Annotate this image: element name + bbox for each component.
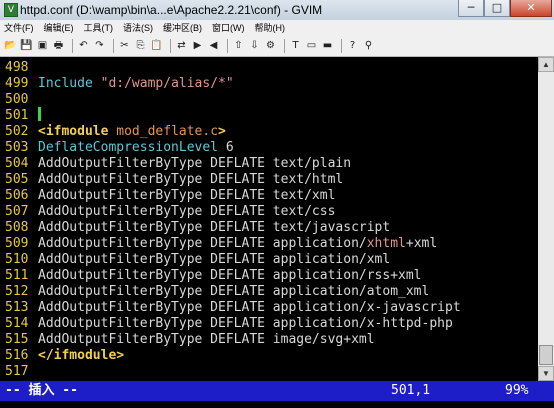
text-editor[interactable]: 498 499 Include "d:/wamp/alias/*" 500 501 502… <box>0 57 538 381</box>
menu-buffers[interactable]: 缓冲区(B) <box>163 21 202 34</box>
code-text: AddOutputFilterByType DEFLATE applicatio… <box>38 268 422 283</box>
toolbar-separator <box>341 38 342 53</box>
window-controls: ─ □ ✕ <box>458 0 552 18</box>
status-line: -- 插入 -- 501,1 99% <box>0 381 554 401</box>
code-text: +xml <box>405 236 438 251</box>
title-bar[interactable]: V httpd.conf (D:\wamp\bin\a...e\Apache2.… <box>0 0 554 20</box>
save-icon[interactable]: 💾 <box>20 39 33 52</box>
code-text: > <box>218 124 226 139</box>
copy-icon[interactable]: ⎘ <box>134 39 147 52</box>
code-text: AddOutputFilterByType DEFLATE text/html <box>38 172 344 187</box>
cut-icon[interactable]: ✂ <box>118 39 131 52</box>
code-text: AddOutputFilterByType DEFLATE text/javas… <box>38 220 391 235</box>
menu-tools[interactable]: 工具(T) <box>84 21 114 34</box>
menu-file[interactable]: 文件(F) <box>4 21 34 34</box>
ctags-icon[interactable]: ▬ <box>321 39 334 52</box>
vertical-scrollbar[interactable]: ▲ ▼ <box>538 57 554 381</box>
window-title: httpd.conf (D:\wamp\bin\a...e\Apache2.2.… <box>20 3 323 17</box>
undo-icon[interactable]: ↶ <box>77 39 90 52</box>
code-text: AddOutputFilterByType DEFLATE applicatio… <box>38 284 430 299</box>
toolbar-separator <box>113 38 114 53</box>
code-text: AddOutputFilterByType DEFLATE applicatio… <box>38 252 391 267</box>
paste-icon[interactable]: 📋 <box>150 39 163 52</box>
text-cursor <box>38 107 41 121</box>
code-text: AddOutputFilterByType DEFLATE applicatio… <box>38 236 367 251</box>
make-icon[interactable]: T <box>289 39 302 52</box>
minimize-button[interactable]: ─ <box>458 0 484 17</box>
open-icon[interactable]: 📂 <box>4 39 17 52</box>
find-help-icon[interactable]: ⚲ <box>362 39 375 52</box>
toolbar-separator <box>227 38 228 53</box>
save-all-icon[interactable]: ▣ <box>36 39 49 52</box>
scroll-up-button[interactable]: ▲ <box>538 57 554 72</box>
toolbar-separator <box>284 38 285 53</box>
scroll-down-button[interactable]: ▼ <box>538 366 554 381</box>
menu-bar: 文件(F) 编辑(E) 工具(T) 语法(S) 缓冲区(B) 窗口(W) 帮助(… <box>0 20 554 35</box>
help-icon[interactable]: ? <box>346 39 359 52</box>
toolbar-separator <box>170 38 171 53</box>
menu-help[interactable]: 帮助(H) <box>255 21 286 34</box>
maximize-button[interactable]: □ <box>484 0 510 17</box>
code-line: 517 <box>5 363 38 381</box>
code-text: 6 <box>218 140 234 155</box>
mode-indicator: -- 插入 -- <box>5 383 78 398</box>
vim-icon: V <box>4 3 18 17</box>
code-text: <ifmodule <box>38 124 117 139</box>
code-text: DeflateCompressionLevel <box>38 140 219 155</box>
run-script-icon[interactable]: ⚙ <box>264 39 277 52</box>
shell-icon[interactable]: ▭ <box>305 39 318 52</box>
toolbar-separator <box>72 38 73 53</box>
cursor-position: 501,1 <box>391 383 431 398</box>
code-text: "d:/wamp/alias/*" <box>100 76 234 91</box>
find-next-icon[interactable]: ▶ <box>191 39 204 52</box>
file-percent: 99% <box>505 383 529 398</box>
code-text: </ifmodule> <box>38 348 125 363</box>
toolbar: 📂 💾 ▣ 🖶 ↶ ↷ ✂ ⎘ 📋 ⇄ ▶ ◀ ⇧ ⇩ ⚙ T ▭ ▬? ⚲ <box>0 35 554 57</box>
print-icon[interactable]: 🖶 <box>52 39 65 52</box>
gvim-window: V httpd.conf (D:\wamp\bin\a...e\Apache2.… <box>0 0 554 408</box>
code-text: AddOutputFilterByType DEFLATE applicatio… <box>38 316 453 331</box>
code-text: Include <box>38 76 101 91</box>
close-button[interactable]: ✕ <box>510 0 552 17</box>
code-text: AddOutputFilterByType DEFLATE text/css <box>38 204 336 219</box>
code-text: AddOutputFilterByType DEFLATE applicatio… <box>38 300 461 315</box>
code-text: AddOutputFilterByType DEFLATE image/svg+… <box>38 332 375 347</box>
code-text: xhtml <box>366 236 406 251</box>
line-number: 517 <box>5 364 29 379</box>
load-session-icon[interactable]: ⇧ <box>232 39 245 52</box>
code-line: 499 Include "d:/wamp/alias/*" <box>5 75 234 93</box>
code-text: mod_deflate.c <box>116 124 219 139</box>
code-text: AddOutputFilterByType DEFLATE text/xml <box>38 188 336 203</box>
menu-syntax[interactable]: 语法(S) <box>123 21 153 34</box>
menu-edit[interactable]: 编辑(E) <box>44 21 74 34</box>
find-prev-icon[interactable]: ◀ <box>207 39 220 52</box>
redo-icon[interactable]: ↷ <box>93 39 106 52</box>
code-text: AddOutputFilterByType DEFLATE text/plain <box>38 156 352 171</box>
menu-window[interactable]: 窗口(W) <box>212 21 245 34</box>
window-bottom-border <box>0 401 554 408</box>
scroll-thumb[interactable] <box>539 345 553 365</box>
save-session-icon[interactable]: ⇩ <box>248 39 261 52</box>
find-replace-icon[interactable]: ⇄ <box>175 39 188 52</box>
